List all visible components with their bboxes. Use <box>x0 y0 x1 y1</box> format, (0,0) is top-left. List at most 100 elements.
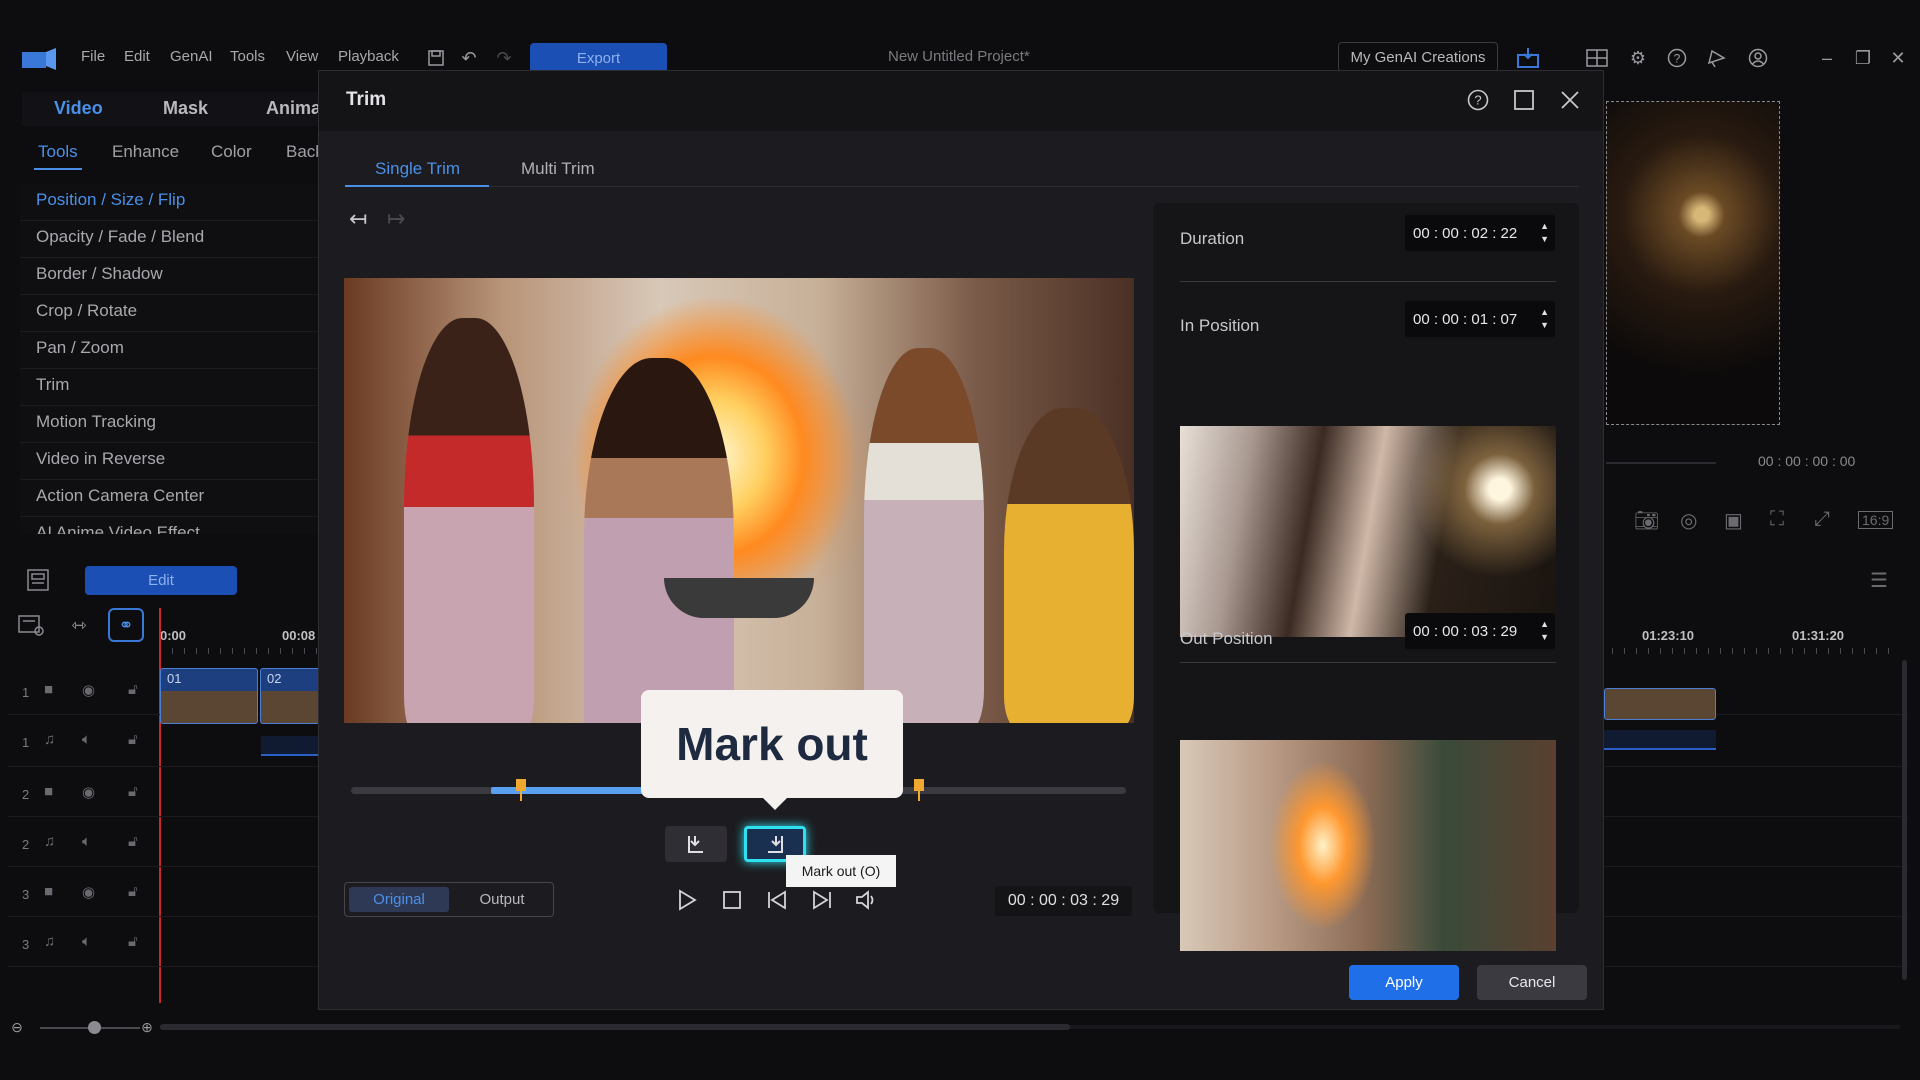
tool-action-camera-center[interactable]: Action Camera Center <box>20 480 320 517</box>
restore-icon[interactable]: ❐ <box>1851 46 1875 70</box>
lock-icon[interactable]: 🔓︎ <box>128 883 138 900</box>
lock-icon[interactable]: 🔓︎ <box>128 731 138 748</box>
play-icon[interactable] <box>672 886 702 914</box>
previous-frame-icon[interactable] <box>762 886 792 914</box>
out-position-input[interactable]: 00 : 00 : 03 : 29 ▲ ▼ <box>1405 613 1555 649</box>
tool-motion-tracking[interactable]: Motion Tracking <box>20 406 320 443</box>
tool-trim[interactable]: Trim <box>20 369 320 406</box>
aspect-ratio-icon[interactable]: 16:9 <box>1858 511 1894 529</box>
undo-icon[interactable]: ↶ <box>458 47 480 69</box>
output-button[interactable]: Output <box>453 887 551 912</box>
menu-file[interactable]: File <box>81 48 105 65</box>
zoom-out-icon[interactable]: ⊖ <box>8 1018 26 1036</box>
help-icon[interactable]: ? <box>1665 46 1689 70</box>
tool-list: Position / Size / Flip Opacity / Fade / … <box>20 184 320 534</box>
audio-clip[interactable] <box>261 736 319 756</box>
undo-icon[interactable]: ↤ <box>349 206 367 232</box>
export-button[interactable]: Export <box>530 43 667 73</box>
tool-opacity-fade-blend[interactable]: Opacity / Fade / Blend <box>20 221 320 258</box>
lock-icon[interactable]: 🔓︎ <box>128 681 138 698</box>
zoom-fit-icon[interactable]: ⛶ <box>1770 508 1784 531</box>
notification-icon[interactable] <box>1705 46 1729 70</box>
menu-playback[interactable]: Playback <box>338 48 399 65</box>
visibility-eye-icon[interactable]: ◉ <box>82 783 95 801</box>
visibility-eye-icon[interactable]: ◉ <box>82 681 95 699</box>
timeline-clip[interactable]: 02 <box>260 668 320 724</box>
my-genai-creations-button[interactable]: My GenAI Creations <box>1338 42 1498 72</box>
duration-spinner-icon[interactable]: ▲ ▼ <box>1540 220 1549 246</box>
audio-clip[interactable] <box>1604 730 1716 750</box>
tool-crop-rotate[interactable]: Crop / Rotate <box>20 295 320 332</box>
tab-video[interactable]: Video <box>54 98 103 119</box>
tab-mask[interactable]: Mask <box>163 98 208 119</box>
minimize-icon[interactable]: – <box>1815 46 1839 70</box>
close-app-icon[interactable]: ✕ <box>1886 46 1910 70</box>
aspect-icon[interactable]: ▣ <box>1724 508 1743 533</box>
redo-icon[interactable]: ↷ <box>493 47 515 69</box>
fullscreen-icon[interactable]: ⤢ <box>1814 508 1830 531</box>
tool-video-in-reverse[interactable]: Video in Reverse <box>20 443 320 480</box>
cancel-button[interactable]: Cancel <box>1477 965 1587 1000</box>
timeline-vertical-scrollbar[interactable] <box>1902 660 1907 980</box>
lock-icon[interactable]: 🔓︎ <box>128 833 138 850</box>
storyboard-icon[interactable] <box>24 566 52 594</box>
queue-icon[interactable] <box>1514 44 1542 72</box>
timeline-clip-tail[interactable] <box>1604 688 1716 720</box>
zoom-slider-knob[interactable] <box>88 1021 101 1034</box>
zoom-in-icon[interactable]: ⊕ <box>138 1018 156 1036</box>
fit-timeline-icon[interactable]: ⇿ <box>62 612 96 638</box>
snapshot-camera-icon[interactable]: 📷︎ <box>1634 508 1659 533</box>
account-icon[interactable] <box>1746 46 1770 70</box>
speaker-icon[interactable]: 🔈︎ <box>82 833 91 850</box>
layout-icon[interactable] <box>1584 46 1610 70</box>
preview-quality-icon[interactable]: ◎ <box>1680 508 1697 533</box>
mark-in-handle[interactable] <box>516 779 526 801</box>
active-tab-indicator <box>345 185 489 187</box>
ruler-mark-013120: 01:31:20 <box>1792 628 1845 643</box>
redo-icon[interactable]: ↦ <box>387 206 405 232</box>
lock-icon[interactable]: 🔓︎ <box>128 933 138 950</box>
subtab-tools[interactable]: Tools <box>34 142 82 170</box>
next-frame-icon[interactable] <box>807 886 837 914</box>
volume-icon[interactable] <box>852 886 882 914</box>
timeline-clip[interactable]: 01 <box>160 668 258 724</box>
tab-animation[interactable]: Anima <box>266 98 321 119</box>
lock-icon[interactable]: 🔓︎ <box>128 783 138 800</box>
subtab-color[interactable]: Color <box>211 142 252 162</box>
tab-multi-trim[interactable]: Multi Trim <box>521 159 595 179</box>
original-button[interactable]: Original <box>349 887 449 912</box>
settings-gear-icon[interactable]: ⚙ <box>1626 46 1650 70</box>
tool-pan-zoom[interactable]: Pan / Zoom <box>20 332 320 369</box>
mark-out-handle[interactable] <box>914 779 924 801</box>
menu-view[interactable]: View <box>286 48 318 65</box>
tool-position-size-flip[interactable]: Position / Size / Flip <box>20 184 320 221</box>
speaker-icon[interactable]: 🔈︎ <box>82 731 91 748</box>
menu-genai[interactable]: GenAI <box>170 48 213 65</box>
in-position-spinner-icon[interactable]: ▲ ▼ <box>1540 306 1549 332</box>
maximize-icon[interactable] <box>1509 85 1539 115</box>
tab-single-trim[interactable]: Single Trim <box>375 159 460 179</box>
preview-settings-icon[interactable]: ☰ <box>1870 568 1888 593</box>
out-position-spinner-icon[interactable]: ▲ ▼ <box>1540 618 1549 644</box>
mark-in-button[interactable] <box>665 826 727 862</box>
magnetic-ripple-icon[interactable]: ⚭ <box>108 608 144 642</box>
apply-button[interactable]: Apply <box>1349 965 1459 1000</box>
tool-border-shadow[interactable]: Border / Shadow <box>20 258 320 295</box>
close-icon[interactable] <box>1555 85 1585 115</box>
menu-tools[interactable]: Tools <box>230 48 265 65</box>
subtab-enhance[interactable]: Enhance <box>112 142 179 162</box>
tool-ai-anime-video-effect[interactable]: AI Anime Video Effect <box>20 517 320 534</box>
edit-button[interactable]: Edit <box>85 566 237 595</box>
stop-icon[interactable] <box>717 886 747 914</box>
menu-edit[interactable]: Edit <box>124 48 150 65</box>
visibility-eye-icon[interactable]: ◉ <box>82 883 95 901</box>
help-icon[interactable]: ? <box>1463 85 1493 115</box>
save-icon[interactable] <box>425 47 447 69</box>
preview-timecode: 00 : 00 : 00 : 00 <box>1758 453 1856 469</box>
timeline-scrollbar[interactable] <box>160 1024 1070 1030</box>
speaker-icon[interactable]: 🔈︎ <box>82 933 91 950</box>
track-manager-icon[interactable] <box>14 612 48 638</box>
duration-input[interactable]: 00 : 00 : 02 : 22 ▲ ▼ <box>1405 215 1555 251</box>
in-position-input[interactable]: 00 : 00 : 01 : 07 ▲ ▼ <box>1405 301 1555 337</box>
duration-label: Duration <box>1180 229 1245 248</box>
